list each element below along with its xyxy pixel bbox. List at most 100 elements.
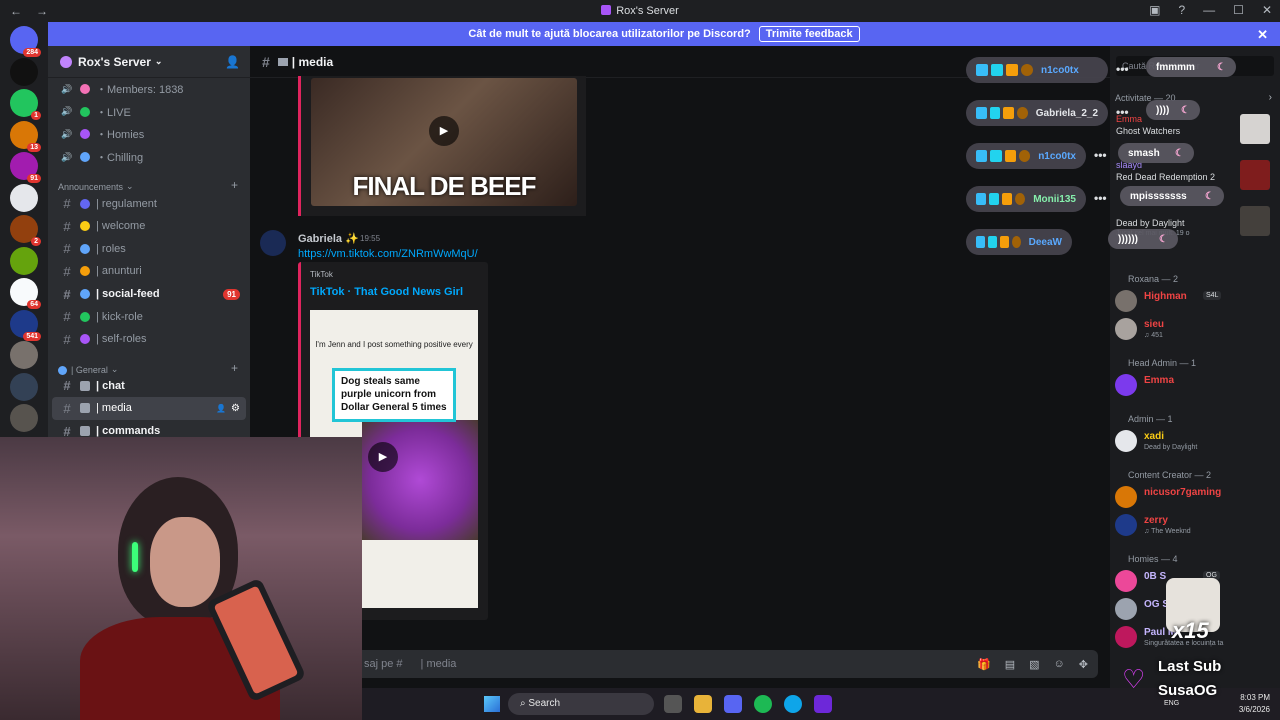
play-icon[interactable]: ▶	[429, 116, 459, 146]
server-icon[interactable]: 284	[10, 26, 41, 57]
inbox-icon[interactable]: ▣	[1149, 3, 1160, 17]
member-name: sieu	[1144, 319, 1165, 330]
server-icon[interactable]	[10, 341, 38, 369]
category-label: | General	[71, 364, 108, 375]
overlay-username: Monii135	[1033, 193, 1076, 205]
more-icon[interactable]: •••	[1116, 62, 1129, 76]
sidebar-channel[interactable]: # | regulament	[48, 192, 250, 215]
add-channel-icon[interactable]: +	[231, 178, 238, 192]
voice-channel[interactable]: 🔊 ・LIVE	[48, 101, 250, 124]
screen: ← → Rox's Server ▣ ? — ☐ ✕ 284 1 13 91 2 64 54…	[0, 0, 1280, 720]
app-icon[interactable]	[814, 695, 832, 713]
voice-channel[interactable]: 🔊 ・Chilling	[48, 146, 250, 169]
server-icon[interactable]: 1	[10, 89, 41, 120]
overlay-status-pill: smash ☾	[1118, 143, 1194, 163]
banner-close-icon[interactable]: ✕	[1257, 27, 1268, 43]
sticker-icon[interactable]: ▧	[1029, 658, 1039, 671]
category-general[interactable]: | General ⌄ +	[48, 355, 250, 375]
minimize-icon[interactable]: —	[1203, 3, 1215, 17]
member-row[interactable]: Highman S4L	[1115, 288, 1280, 316]
member-status: ♫ The Weeknd	[1144, 528, 1191, 535]
embed-title[interactable]: TikTok · That Good News Girl	[310, 286, 463, 298]
more-icon[interactable]: •••	[1116, 105, 1129, 119]
sidebar-channel[interactable]: # | chat	[48, 375, 250, 398]
chevron-down-icon: ⌄	[126, 181, 134, 192]
play-icon[interactable]: ▶	[368, 442, 398, 472]
member-row[interactable]: Emma	[1115, 372, 1280, 400]
avatar	[1115, 318, 1137, 340]
member-name: Highman	[1144, 291, 1187, 302]
server-icon[interactable]: 64	[10, 278, 41, 309]
gif-icon[interactable]: ▤	[1005, 658, 1015, 671]
file-explorer-icon[interactable]	[694, 695, 712, 713]
edge-icon[interactable]	[784, 695, 802, 713]
member-row[interactable]: sieu ♫ 451	[1115, 316, 1280, 344]
sidebar-channel[interactable]: # | social-feed 91	[48, 283, 250, 306]
apps-icon[interactable]: ✥	[1079, 658, 1088, 671]
chevron-right-icon[interactable]: ›	[1269, 92, 1272, 103]
server-icon[interactable]	[10, 246, 38, 275]
category-announcements[interactable]: Announcements ⌄ +	[48, 172, 250, 192]
sidebar-channel[interactable]: # | anunturi	[48, 260, 250, 283]
message-author[interactable]: Gabriela ✨	[298, 232, 359, 245]
gift-icon[interactable]: 🎁	[977, 658, 991, 671]
emoji-icon[interactable]: ☺	[1054, 658, 1065, 671]
voice-channel[interactable]: 🔊 ・Members: 1838	[48, 78, 250, 101]
member-tag: S4L	[1203, 291, 1222, 300]
spotify-icon[interactable]	[754, 695, 772, 713]
server-icon[interactable]	[10, 404, 38, 432]
channel-title: | media	[291, 54, 334, 69]
message-link[interactable]: https://vm.tiktok.com/ZNRmWwMqU/	[298, 248, 478, 260]
server-icon[interactable]	[10, 57, 38, 86]
windows-start-icon[interactable]	[484, 696, 500, 712]
close-icon[interactable]: ✕	[1262, 3, 1272, 17]
badge-icon	[999, 236, 1009, 248]
channel-label: | kick-role	[96, 310, 143, 323]
discord-icon[interactable]	[724, 695, 742, 713]
invite-icon[interactable]: 👤	[216, 404, 226, 413]
member-row[interactable]: xadi Dead by Daylight	[1115, 428, 1280, 456]
server-icon[interactable]	[10, 372, 38, 401]
avatar[interactable]	[260, 230, 286, 256]
game-cover-image	[1240, 206, 1270, 236]
more-icon[interactable]: •••	[1094, 191, 1107, 205]
sidebar-channel[interactable]: # | kick-role	[48, 305, 250, 328]
maximize-icon[interactable]: ☐	[1233, 3, 1244, 17]
taskbar-search[interactable]: ⌕ Search	[508, 693, 654, 715]
channel-label: | commands	[96, 425, 161, 438]
overlay-status-text: smash	[1128, 147, 1160, 159]
hash-icon: #	[63, 286, 71, 302]
gear-icon[interactable]: ⚙	[231, 403, 240, 414]
member-row[interactable]: zerry ♫ The Weeknd	[1115, 512, 1280, 540]
message-input[interactable]: saj pe # | media 🎁 ▤ ▧ ☺ ✥	[264, 650, 1098, 678]
taskview-icon[interactable]	[664, 695, 682, 713]
help-icon[interactable]: ?	[1178, 3, 1185, 17]
last-sub-label: Last Sub	[1158, 658, 1222, 675]
badge-icon	[989, 193, 1000, 205]
video-embed[interactable]: FINAL DE BEEF ▶	[298, 76, 586, 216]
server-header[interactable]: Rox's Server ⌄ 👤	[48, 46, 250, 78]
sidebar-channel[interactable]: # | media 👤 ⚙	[52, 397, 246, 420]
voice-channel[interactable]: 🔊 ・Homies	[48, 123, 250, 146]
more-icon[interactable]: •••	[1094, 148, 1107, 162]
server-icon[interactable]: 2	[10, 215, 41, 246]
server-icon[interactable]: 541	[10, 309, 41, 341]
thumbnail-caption: FINAL DE BEEF	[352, 171, 537, 201]
invite-icon[interactable]: 👤	[225, 55, 240, 69]
category-label: Announcements	[58, 182, 124, 193]
chevron-down-icon: ⌄	[154, 56, 163, 66]
add-channel-icon[interactable]: +	[231, 361, 238, 375]
sidebar-channel[interactable]: # | self-roles	[48, 328, 250, 351]
feedback-button[interactable]: Trimite feedback	[758, 26, 860, 42]
hash-icon: #	[63, 218, 71, 234]
server-icon[interactable]: 13	[10, 120, 41, 152]
window-title-text: Rox's Server	[616, 5, 679, 17]
badge-icon	[976, 236, 985, 248]
moon-icon: ☾	[1159, 233, 1168, 245]
member-row[interactable]: nicusor7gaming	[1115, 484, 1280, 512]
server-icon[interactable]: 91	[10, 152, 41, 183]
sidebar-channel[interactable]: # | welcome	[48, 215, 250, 238]
overlay-status-pill: )))))) ☾	[1108, 229, 1178, 249]
sidebar-channel[interactable]: # | roles	[48, 238, 250, 261]
server-icon[interactable]	[10, 183, 38, 212]
